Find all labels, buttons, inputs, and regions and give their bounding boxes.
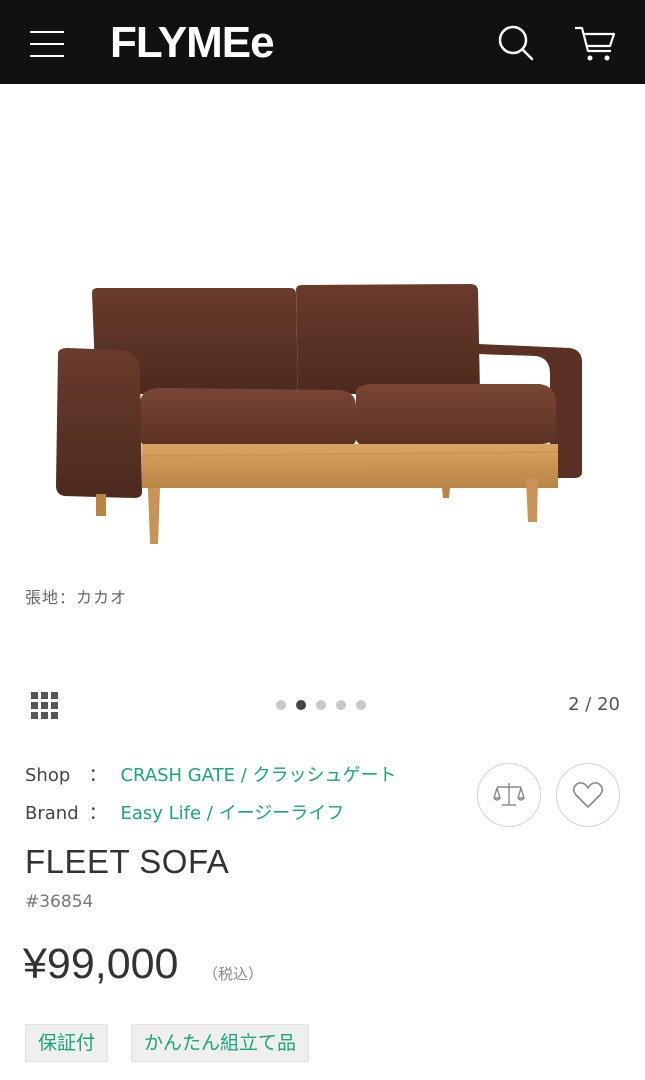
shop-separator: ：: [88, 765, 107, 786]
site-logo[interactable]: FLYMEe: [110, 17, 275, 69]
brand-label: Brand: [25, 803, 79, 824]
brand-separator: ：: [88, 803, 107, 824]
heart-icon: [572, 782, 604, 808]
top-header: FLYMEe: [0, 0, 645, 84]
carousel-dot[interactable]: [276, 700, 286, 710]
product-id: #36854: [25, 892, 94, 912]
favorite-button[interactable]: [556, 763, 620, 827]
warranty-badge[interactable]: 保証付: [25, 1024, 109, 1062]
product-title: FLEET SOFA: [25, 843, 230, 880]
easy-assembly-badge[interactable]: かんたん組立て品: [131, 1024, 310, 1062]
scale-compare-icon: [493, 783, 525, 806]
carousel-dot-active[interactable]: [296, 700, 306, 710]
gallery-controls: 2 / 20: [0, 688, 645, 724]
carousel-dot[interactable]: [336, 700, 346, 710]
carousel-dots: [276, 700, 366, 712]
search-icon[interactable]: [495, 22, 537, 64]
product-price: ¥99,000: [23, 940, 179, 988]
product-image-area[interactable]: [0, 84, 645, 554]
hamburger-menu-icon[interactable]: [28, 24, 68, 60]
fabric-caption: 張地：カカオ: [25, 588, 128, 607]
brand-row: Brand ： Easy Life / イージーライフ: [25, 802, 344, 826]
carousel-dot[interactable]: [316, 700, 326, 710]
brand-link[interactable]: Easy Life / イージーライフ: [120, 803, 344, 824]
tax-note: （税込）: [203, 965, 264, 983]
grid-icon[interactable]: [30, 691, 60, 721]
shop-label: Shop: [25, 765, 71, 786]
sofa-photo: [56, 284, 582, 544]
shop-row: Shop ： CRASH GATE / クラッシュゲート: [25, 764, 397, 788]
compare-button[interactable]: [477, 763, 541, 827]
shop-link[interactable]: CRASH GATE / クラッシュゲート: [120, 765, 396, 786]
carousel-dot[interactable]: [356, 700, 366, 710]
cart-icon[interactable]: [573, 22, 619, 64]
image-page-counter: 2 / 20: [568, 694, 620, 715]
